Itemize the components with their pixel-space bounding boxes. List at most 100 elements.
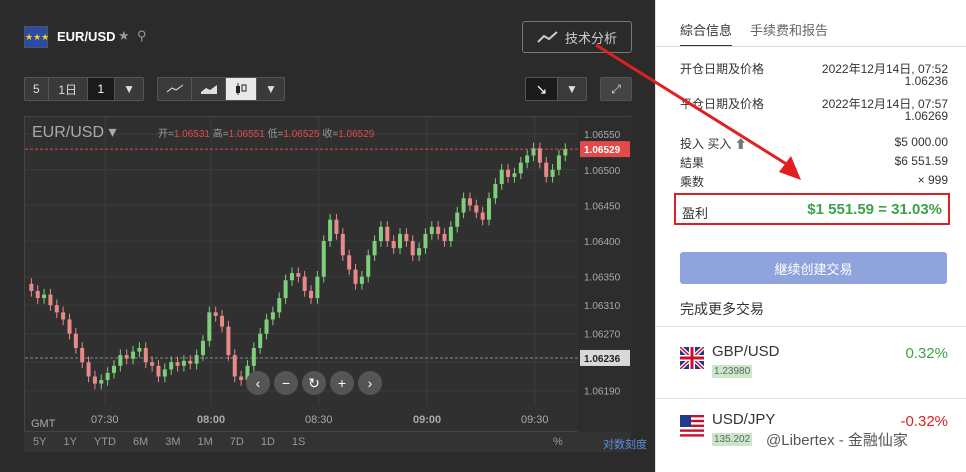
- candle: [556, 155, 561, 170]
- watermark: @Libertex - 金融仙家: [766, 432, 908, 449]
- chart-panel: ★★★ EUR/USD ★ ⚲ 技术分析 5 1日 1 ▼ ▼ ↘ ▼ ⤢ 1.…: [0, 0, 655, 472]
- candle: [487, 198, 492, 220]
- gmt-label: GMT: [31, 418, 56, 430]
- candle: [143, 347, 148, 363]
- period-ytd[interactable]: YTD: [94, 436, 116, 448]
- candle: [455, 212, 460, 227]
- period-1m[interactable]: 1M: [198, 436, 213, 448]
- us-flag-icon: [680, 415, 704, 437]
- candle: [54, 305, 59, 313]
- candle: [385, 226, 390, 242]
- candle: [525, 155, 530, 163]
- period-1d[interactable]: 1D: [261, 436, 275, 448]
- candle: [150, 362, 155, 366]
- candle: [563, 149, 568, 156]
- invest-value: $5 000.00: [894, 135, 948, 149]
- candle: [111, 365, 116, 373]
- candle: [251, 347, 256, 366]
- candle: [213, 312, 218, 316]
- candle: [283, 280, 288, 299]
- candle: [537, 148, 542, 163]
- candle-chart-icon[interactable]: [226, 78, 257, 100]
- candle: [531, 148, 536, 156]
- y-tick-label: 1.06350: [584, 273, 621, 284]
- timeframe-button[interactable]: 1日: [49, 78, 88, 100]
- candle: [506, 169, 511, 177]
- candle: [436, 226, 441, 234]
- interval-dropdown[interactable]: ▼: [115, 78, 143, 100]
- trade-symbol: USD/JPY: [712, 411, 776, 428]
- period-7d[interactable]: 7D: [230, 436, 244, 448]
- y-tick-label: 1.06190: [584, 387, 621, 398]
- candle: [480, 212, 485, 220]
- candle: [226, 326, 231, 356]
- candle: [518, 162, 523, 174]
- continue-trade-button[interactable]: 継续创建交易: [680, 252, 947, 284]
- candle: [239, 376, 244, 381]
- period-5y[interactable]: 5Y: [33, 436, 46, 448]
- candle: [92, 376, 97, 384]
- zoom-out-button[interactable]: −: [274, 371, 298, 395]
- trade-direction-toolbar: ↘ ▼: [525, 77, 587, 101]
- trade-card-gbpusd[interactable]: GBP/USD 1.23980 0.32%: [680, 343, 948, 383]
- close-price-value: 1.06269: [904, 109, 948, 123]
- candle: [137, 347, 142, 352]
- candle: [398, 233, 403, 249]
- scroll-left-button[interactable]: ‹: [246, 371, 270, 395]
- trade-change: -0.32%: [900, 413, 948, 430]
- candle: [118, 355, 123, 366]
- zoom-in-button[interactable]: +: [330, 371, 354, 395]
- period-3m[interactable]: 3M: [165, 436, 180, 448]
- candle: [80, 347, 85, 363]
- eu-flag-icon: ★★★: [24, 26, 49, 48]
- trade-price: 1.23980: [712, 365, 753, 378]
- chart-type-dropdown[interactable]: ▼: [257, 78, 285, 100]
- arrow-down-right-icon[interactable]: ↘: [526, 78, 558, 100]
- chart-settings-toolbar: 5 1日 1 ▼: [24, 77, 144, 101]
- candle: [162, 369, 167, 377]
- line-chart-icon[interactable]: [158, 78, 192, 100]
- open-price-label: 1.06236: [584, 354, 621, 365]
- candle: [86, 362, 91, 377]
- star-icon[interactable]: ★: [118, 28, 130, 44]
- candle: [353, 269, 358, 284]
- interval-value[interactable]: 1: [87, 78, 116, 100]
- candle: [35, 290, 40, 299]
- candle: [366, 255, 371, 277]
- profit-label: 盈利: [682, 206, 709, 221]
- search-icon[interactable]: ⚲: [137, 28, 147, 44]
- candle: [512, 173, 517, 177]
- candle: [544, 162, 549, 177]
- x-tick-label: 08:30: [305, 414, 333, 426]
- multiplier-value: × 999: [917, 173, 948, 187]
- chart-count-button[interactable]: 5: [25, 78, 49, 100]
- candle: [207, 312, 212, 341]
- area-chart-icon[interactable]: [192, 78, 226, 100]
- candle: [461, 198, 466, 213]
- candle: [289, 273, 294, 281]
- reset-zoom-button[interactable]: ↻: [302, 371, 326, 395]
- period-6m[interactable]: 6M: [133, 436, 148, 448]
- candle: [417, 248, 422, 256]
- candle: [372, 241, 377, 256]
- candle: [61, 312, 66, 320]
- candle: [232, 355, 237, 377]
- x-tick-label: 09:30: [521, 414, 549, 426]
- chart-symbol[interactable]: EUR/USD ▾: [32, 122, 117, 142]
- price-chart[interactable]: 1.06550 1.06500 1.06450 1.06400 1.06350 1.063…: [24, 116, 632, 433]
- candle: [429, 226, 434, 234]
- period-1s[interactable]: 1S: [292, 436, 305, 448]
- candle: [296, 273, 301, 277]
- more-trades-title: 完成更多交易: [680, 301, 764, 317]
- y-tick-label: 1.06310: [584, 301, 621, 312]
- pair-title: EUR/USD: [57, 29, 116, 44]
- period-selector: 5Y 1Y YTD 6M 3M 1M 7D 1D 1S: [24, 432, 631, 452]
- candle: [73, 333, 78, 348]
- log-scale-toggle[interactable]: 对数刻度: [603, 436, 647, 452]
- candle: [334, 219, 339, 234]
- percent-toggle[interactable]: %: [553, 436, 563, 448]
- candle: [474, 205, 479, 213]
- direction-dropdown[interactable]: ▼: [558, 78, 586, 100]
- period-1y[interactable]: 1Y: [63, 436, 76, 448]
- scroll-right-button[interactable]: ›: [358, 371, 382, 395]
